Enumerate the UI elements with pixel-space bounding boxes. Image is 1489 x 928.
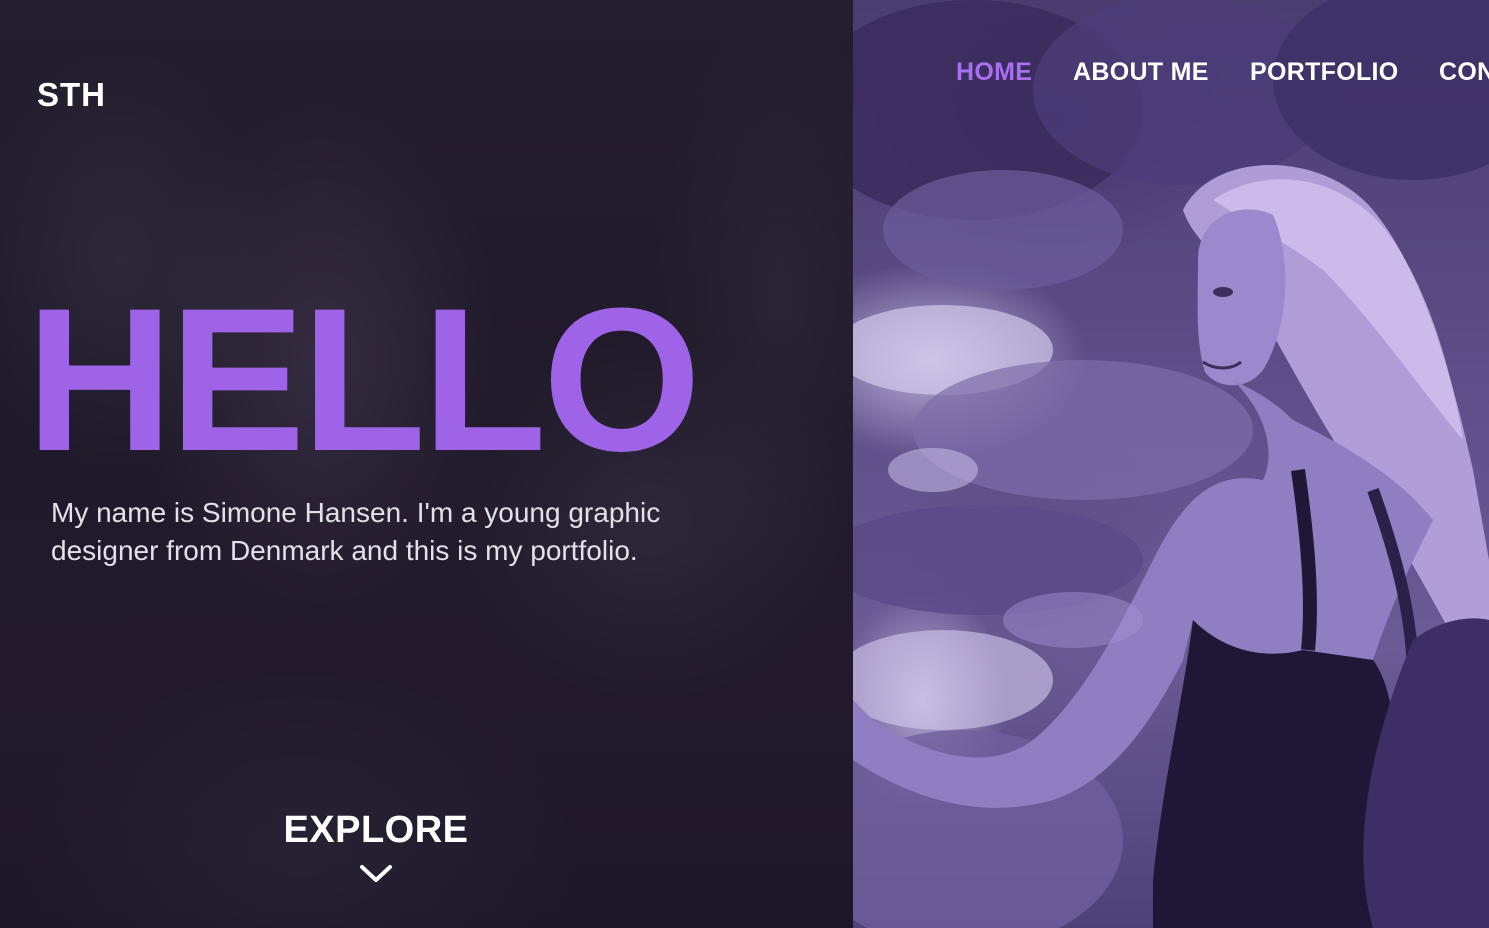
- explore-button[interactable]: EXPLORE: [276, 808, 476, 886]
- nav-item-contact[interactable]: CON: [1439, 58, 1489, 87]
- nav-item-home[interactable]: HOME: [956, 58, 1032, 87]
- nav-item-portfolio[interactable]: PORTFOLIO: [1250, 58, 1399, 87]
- site-logo[interactable]: STH: [37, 76, 106, 114]
- explore-label: EXPLORE: [283, 809, 469, 851]
- chevron-down-icon: [360, 865, 392, 882]
- nav-item-about-me[interactable]: ABOUT ME: [1073, 58, 1209, 87]
- hero-intro-text: My name is Simone Hansen. I'm a young gr…: [51, 497, 661, 566]
- hero-title: HELLO: [26, 266, 701, 494]
- hero-left-panel: STH HELLO My name is Simone Hansen. I'm …: [0, 0, 853, 928]
- hero-photo-panel: HOME ABOUT ME PORTFOLIO CON: [853, 0, 1489, 928]
- main-nav: HOME ABOUT ME PORTFOLIO CON: [853, 58, 1489, 90]
- portrait-photo: [853, 0, 1489, 928]
- page: STH HELLO My name is Simone Hansen. I'm …: [0, 0, 1489, 928]
